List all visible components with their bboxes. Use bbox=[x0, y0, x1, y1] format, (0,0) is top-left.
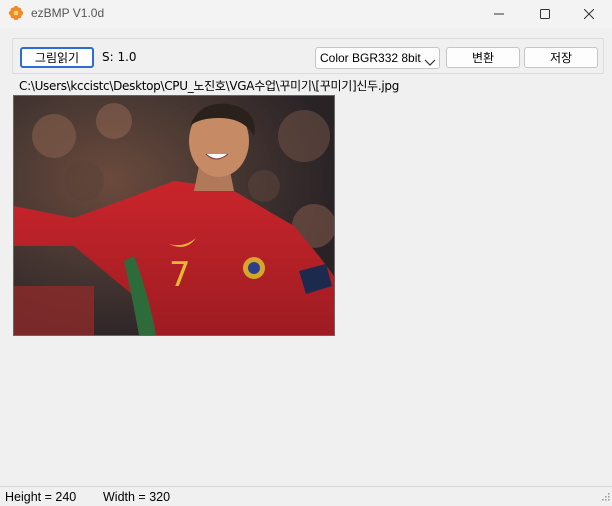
scale-label: S: 1.0 bbox=[102, 50, 137, 64]
window-title: ezBMP V1.0d bbox=[31, 6, 105, 20]
file-path-label: C:\Users\kccistc\Desktop\CPU_노진호\VGA수업\꾸… bbox=[19, 79, 400, 93]
close-button[interactable] bbox=[566, 0, 612, 28]
image-preview: 7 bbox=[13, 95, 335, 336]
color-mode-select[interactable]: Color BGR332 8bit bbox=[315, 47, 440, 69]
jersey-number: 7 bbox=[169, 255, 191, 295]
minimize-icon bbox=[494, 13, 504, 15]
title-bar[interactable]: ezBMP V1.0d bbox=[0, 0, 612, 28]
resize-grip-icon[interactable] bbox=[600, 490, 610, 504]
minimize-button[interactable] bbox=[476, 0, 522, 28]
toolbar: 그림읽기 S: 1.0 Color BGR332 8bit 변환 저장 bbox=[12, 38, 604, 74]
save-button[interactable]: 저장 bbox=[524, 47, 598, 68]
color-mode-value: Color BGR332 8bit bbox=[320, 51, 421, 65]
status-width: Width = 320 bbox=[103, 490, 171, 504]
status-bar: Height = 240 Width = 320 bbox=[0, 486, 612, 506]
maximize-button[interactable] bbox=[522, 0, 568, 28]
load-image-button[interactable]: 그림읽기 bbox=[20, 47, 94, 68]
status-height: Height = 240 bbox=[5, 490, 77, 504]
loaded-photo: 7 bbox=[14, 96, 334, 335]
convert-button[interactable]: 변환 bbox=[446, 47, 520, 68]
close-icon bbox=[584, 9, 594, 19]
app-flower-icon bbox=[8, 5, 24, 21]
maximize-icon bbox=[540, 9, 550, 19]
chevron-down-icon bbox=[424, 53, 436, 73]
